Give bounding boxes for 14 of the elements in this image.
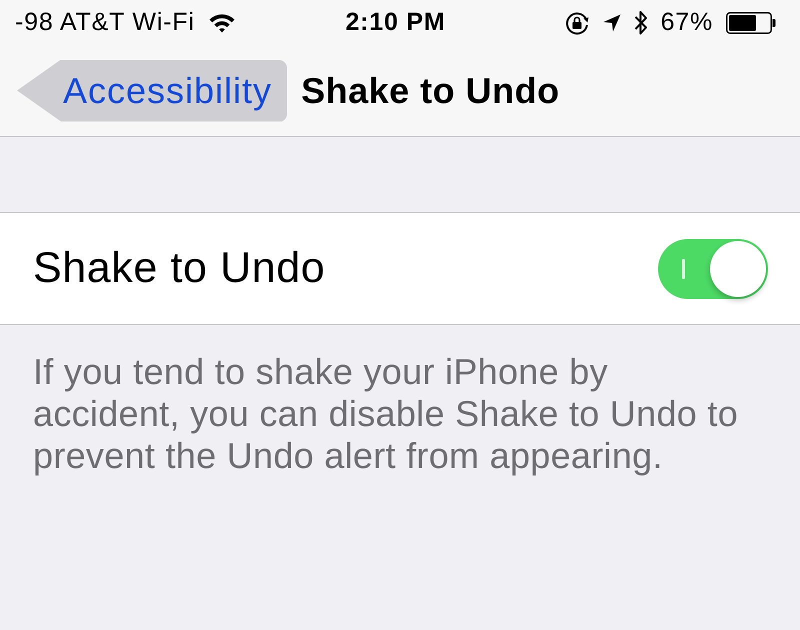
carrier-label: -98 AT&T Wi-Fi	[15, 8, 195, 37]
page-title: Shake to Undo	[301, 70, 560, 112]
footer-description: If you tend to shake your iPhone by accident, you can disable Shake to Undo to prevent the Undo alert from appearing.	[32, 350, 740, 477]
battery-percent-label: 67%	[660, 8, 713, 37]
toggle-switch[interactable]	[658, 238, 768, 298]
setting-label: Shake to Undo	[33, 244, 326, 293]
on-label-icon	[682, 258, 684, 278]
bluetooth-icon	[634, 10, 648, 36]
clock-label: 2:10 PM	[345, 8, 446, 37]
wifi-icon	[208, 12, 235, 32]
battery-icon	[726, 12, 776, 34]
rotation-lock-icon	[564, 10, 590, 34]
back-button[interactable]: Accessibility	[17, 60, 288, 122]
location-arrow-icon	[602, 14, 621, 32]
